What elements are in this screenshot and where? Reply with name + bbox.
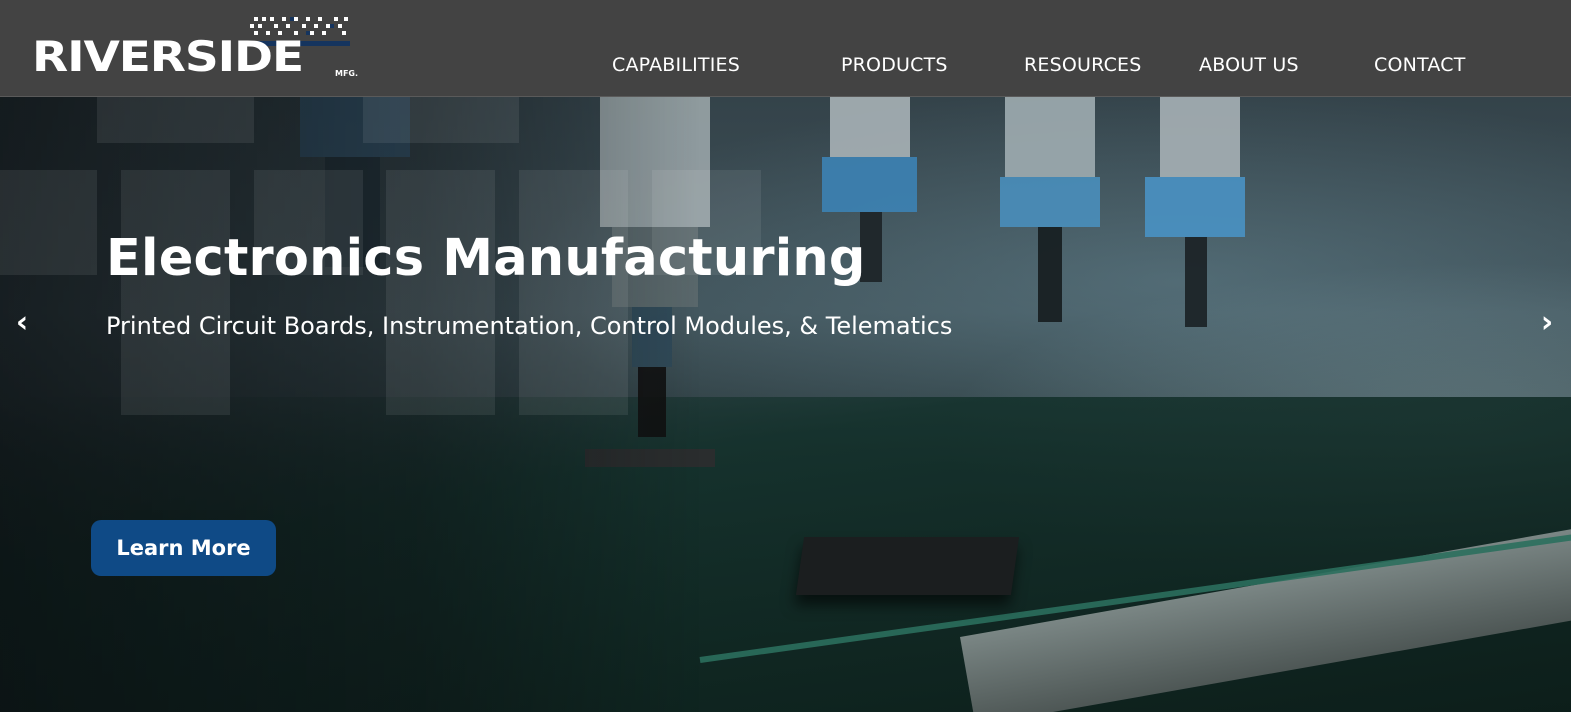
site-header: RIVERSIDE MFG. CAPABILITIES PRODUCTS RES… (0, 0, 1571, 97)
main-nav: CAPABILITIES PRODUCTS RESOURCES ABOUT US… (0, 54, 1571, 80)
learn-more-button[interactable]: Learn More (91, 520, 276, 576)
grid-tile (97, 97, 254, 143)
hero-title: Electronics Manufacturing (106, 229, 866, 288)
nav-item-capabilities[interactable]: CAPABILITIES (612, 54, 740, 76)
grid-tile (519, 170, 628, 415)
nav-item-about-us[interactable]: ABOUT US (1199, 54, 1299, 76)
slider-next-icon[interactable]: › (1532, 305, 1562, 341)
nav-item-products[interactable]: PRODUCTS (841, 54, 948, 76)
grid-tile (363, 97, 519, 143)
nav-item-contact[interactable]: CONTACT (1374, 54, 1466, 76)
hero-slider: Electronics Manufacturing Printed Circui… (0, 97, 1571, 712)
grid-tile (0, 170, 97, 275)
microchip-graphic (795, 537, 1020, 595)
slider-prev-icon[interactable]: ‹ (7, 305, 37, 341)
hero-subtitle: Printed Circuit Boards, Instrumentation,… (106, 312, 953, 340)
grid-tile (386, 170, 495, 415)
nav-item-resources[interactable]: RESOURCES (1024, 54, 1142, 76)
grid-tile (121, 170, 230, 415)
